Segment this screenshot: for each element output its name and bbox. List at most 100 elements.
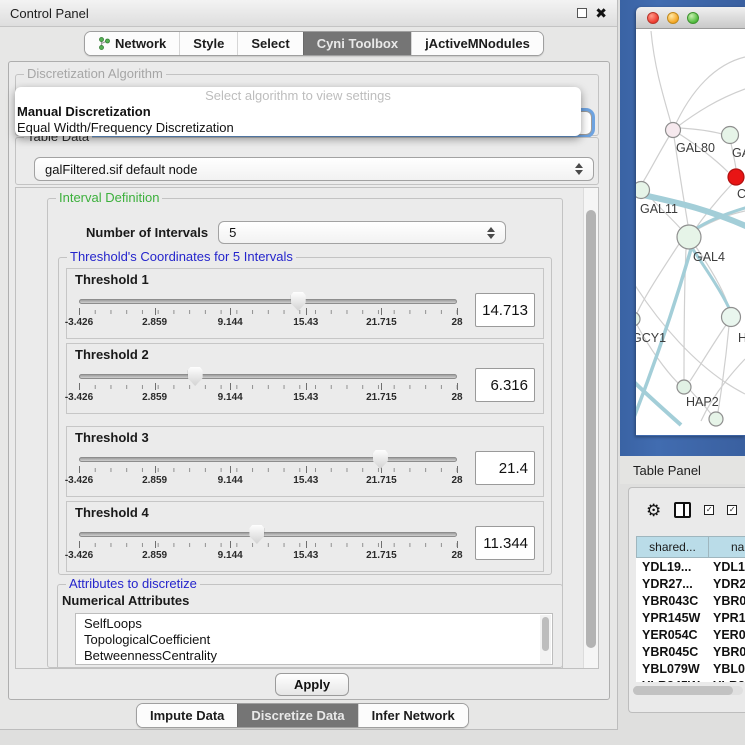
tab-jactivemnodules[interactable]: jActiveMNodules [411, 32, 543, 55]
table-panel-title: Table Panel [633, 463, 701, 478]
table-data-selected-value: galFiltered.sif default node [45, 162, 197, 177]
node-partial-top-right [722, 127, 739, 144]
table-row[interactable]: YDR27... YDR2 [636, 575, 745, 592]
thresholds-group: Threshold's Coordinates for 5 Intervals … [58, 257, 552, 575]
tab-network[interactable]: Network [85, 32, 179, 55]
threshold-1-value-field[interactable]: 14.713 [475, 293, 535, 327]
network-window: GAL80 GA C GAL11 GAL4 GCY1 H HAP2 [636, 7, 745, 436]
tab-style[interactable]: Style [179, 32, 237, 55]
control-panel-titlebar: Control Panel ✖ [0, 0, 617, 27]
cyni-content-panel: Discretization Algorithm Select algorith… [8, 61, 610, 700]
node-highlighted-red [728, 169, 744, 185]
node-gal11 [636, 182, 650, 199]
threshold-3-value-field[interactable]: 21.4 [475, 451, 535, 485]
threshold-1-slider[interactable]: -3.426 2.859 9.144 15.43 21.715 28 [75, 287, 461, 331]
right-column: GAL80 GA C GAL11 GAL4 GCY1 H HAP2 Table … [620, 0, 745, 745]
table-row[interactable]: YPR145W YPR1 [636, 609, 745, 626]
node-gcy1 [636, 312, 640, 326]
control-panel-tabbar: Network Style Select Cyni Toolbox jActiv… [84, 31, 544, 56]
tab-select[interactable]: Select [237, 32, 302, 55]
threshold-4-box: Threshold 4 [66, 501, 544, 572]
thresholds-group-title: Threshold's Coordinates for 5 Intervals [67, 250, 296, 264]
table-panel-toolbar: ⚙ ✓ ✓ [629, 488, 745, 532]
network-window-titlebar [636, 7, 745, 29]
list-item[interactable]: TopologicalCoefficient [84, 632, 552, 648]
float-window-icon[interactable] [577, 8, 587, 18]
column-header-name[interactable]: na [709, 537, 745, 557]
node-label: H [738, 331, 745, 345]
attributes-scrollbar[interactable] [540, 615, 551, 665]
table-row[interactable]: YBL079W YBL0 [636, 660, 745, 677]
algorithm-dropdown-popup: Select algorithm to view settings Manual… [15, 87, 581, 136]
column-header-shared-name[interactable]: shared... [637, 537, 709, 557]
threshold-1-box: Threshold 1 [66, 268, 544, 339]
option-manual-discretization[interactable]: Manual Discretization [15, 104, 581, 120]
close-icon[interactable]: ✖ [595, 8, 607, 18]
table-row[interactable]: YBR043C YBR0 [636, 592, 745, 609]
node-label: GCY1 [636, 331, 666, 345]
number-of-intervals-value: 5 [229, 225, 236, 240]
option-equal-width-frequency[interactable]: Equal Width/Frequency Discretization [15, 120, 581, 136]
attributes-group-title: Attributes to discretize [66, 577, 200, 591]
apply-button[interactable]: Apply [275, 673, 349, 696]
number-of-intervals-label: Number of Intervals [86, 225, 208, 240]
threshold-3-label: Threshold 3 [75, 430, 535, 445]
table-horizontal-scrollbar[interactable] [633, 686, 743, 695]
node-label: HAP2 [686, 395, 719, 409]
mac-minimize-icon[interactable] [667, 12, 679, 24]
gear-icon[interactable]: ⚙ [646, 502, 661, 519]
threshold-4-value-field[interactable]: 11.344 [475, 526, 535, 560]
threshold-4-slider[interactable]: -3.426 2.859 9.144 15.43 21.715 28 [75, 520, 461, 564]
interval-definition-group-title: Interval Definition [56, 191, 162, 205]
node-label: GAL4 [693, 250, 725, 264]
table-data-group: Table Data galFiltered.sif default node [15, 137, 599, 185]
algorithm-placeholder: Select algorithm to view settings [15, 88, 581, 104]
node-hap2 [677, 380, 691, 394]
tab-network-label: Network [115, 36, 166, 51]
discretization-algorithm-group-title: Discretization Algorithm [24, 67, 166, 81]
numerical-attributes-list[interactable]: SelfLoops TopologicalCoefficient Between… [75, 613, 553, 665]
threshold-2-label: Threshold 2 [75, 347, 535, 362]
settings-scroll-viewport: Interval Definition Number of Intervals … [15, 187, 599, 669]
node-gal80 [666, 123, 681, 138]
split-columns-icon[interactable] [674, 502, 691, 518]
mac-close-icon[interactable] [647, 12, 659, 24]
node-table-header: shared... na [636, 536, 745, 558]
control-panel-title: Control Panel [10, 6, 89, 21]
node-label: GA [732, 146, 745, 160]
threshold-2-slider[interactable]: -3.426 2.859 9.144 15.43 21.715 28 [75, 362, 461, 406]
node-gal4 [677, 225, 701, 249]
node-right-mid [722, 308, 741, 327]
mac-zoom-icon[interactable] [687, 12, 699, 24]
threshold-3-box: Threshold 3 [66, 426, 544, 497]
tab-cyni-toolbox[interactable]: Cyni Toolbox [303, 32, 411, 55]
table-row[interactable]: YDL19... YDL1 [636, 558, 745, 575]
table-row[interactable]: YER054C YER0 [636, 626, 745, 643]
list-item[interactable]: SelfLoops [84, 616, 552, 632]
threshold-1-label: Threshold 1 [75, 272, 535, 287]
network-canvas[interactable]: GAL80 GA C GAL11 GAL4 GCY1 H HAP2 [636, 29, 745, 435]
tab-impute-data[interactable]: Impute Data [137, 704, 237, 727]
node-label: GAL80 [676, 141, 715, 155]
list-item[interactable]: BetweennessCentrality [84, 648, 552, 664]
number-of-intervals-select[interactable]: 5 [218, 221, 506, 244]
tab-discretize-data[interactable]: Discretize Data [237, 704, 357, 727]
attributes-group: Attributes to discretize Numerical Attri… [57, 584, 563, 669]
table-panel-header: Table Panel [620, 456, 745, 484]
network-graph: GAL80 GA C GAL11 GAL4 GCY1 H HAP2 [636, 29, 745, 435]
threshold-2-value-field[interactable]: 6.316 [475, 368, 535, 402]
table-panel: ⚙ ✓ ✓ shared... na YDL19... YDL1 YDR27..… [628, 487, 745, 713]
checkbox-icon[interactable]: ✓ [704, 505, 714, 515]
network-frame: GAL80 GA C GAL11 GAL4 GCY1 H HAP2 [620, 0, 745, 456]
combo-spinner-icon [487, 227, 495, 239]
settings-scrollbar[interactable] [583, 188, 598, 668]
table-row[interactable]: YBR045C YBR0 [636, 643, 745, 660]
threshold-3-slider[interactable]: -3.426 2.859 9.144 15.43 21.715 28 [75, 445, 461, 489]
table-data-select[interactable]: galFiltered.sif default node [34, 157, 594, 181]
table-row[interactable]: YLR345W YLR3 [636, 677, 745, 682]
tab-infer-network[interactable]: Infer Network [358, 704, 468, 727]
node-label: GAL11 [640, 202, 678, 216]
node-label: C [737, 187, 745, 201]
node-table: shared... na YDL19... YDL1 YDR27... YDR2… [636, 536, 745, 682]
checkbox-icon[interactable]: ✓ [727, 505, 737, 515]
